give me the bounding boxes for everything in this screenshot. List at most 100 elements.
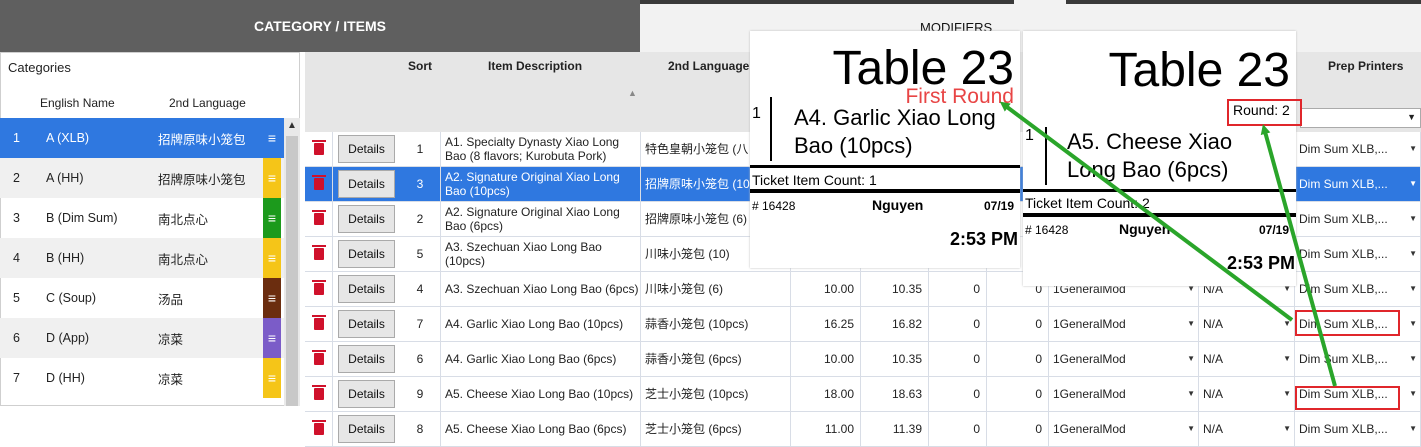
sort-cell[interactable]: 7 [400,307,441,341]
category-second-language: 凉菜 [158,332,184,347]
sort-cell[interactable]: 6 [400,342,441,376]
prep-printer-select[interactable]: Dim Sum XLB,... ▼ [1295,167,1421,201]
details-button[interactable]: Details [338,380,395,408]
tab-category-items[interactable]: CATEGORY / ITEMS [0,0,640,52]
category-menu-icon[interactable]: ≡ [263,158,281,198]
details-button[interactable]: Details [338,345,395,373]
table-row[interactable]: Details 6 A4. Garlic Xiao Long Bao (6pcs) 蒜… [305,342,1421,377]
details-button[interactable]: Details [338,135,395,163]
delete-button[interactable] [305,342,333,376]
sort-cell[interactable]: 2 [400,202,441,236]
table-row[interactable]: Details 7 A4. Garlic Xiao Long Bao (10pcs)… [305,307,1421,342]
price-with-tax-cell[interactable]: 11.39 [861,412,929,446]
category-row[interactable]: 3 B (Dim Sum) 南北点心 ≡ [0,198,284,238]
number-cell[interactable]: 0 [929,307,987,341]
second-language-cell[interactable]: 蒜香小笼包 (10pcs) [641,307,791,341]
category-row[interactable]: 5 C (Soup) 汤品 ≡ [0,278,284,318]
col-second-language[interactable]: 2nd Language [169,96,246,110]
item-description-cell[interactable]: A3. Szechuan Xiao Long Bao (10pcs) [441,237,641,271]
category-menu-icon[interactable]: ≡ [263,118,281,158]
item-description-cell[interactable]: A1. Specialty Dynasty Xiao Long Bao (8 f… [441,132,641,166]
price-with-tax-cell[interactable]: 10.35 [861,272,929,306]
category-row[interactable]: 6 D (App) 凉菜 ≡ [0,318,284,358]
second-language-cell[interactable]: 川味小笼包 (6) [641,272,791,306]
category-second-language: 南北点心 [158,252,209,267]
category-menu-icon[interactable]: ≡ [263,358,281,398]
price-cell[interactable]: 16.25 [791,307,861,341]
item-description-cell[interactable]: A4. Garlic Xiao Long Bao (6pcs) [441,342,641,376]
details-button[interactable]: Details [338,170,395,198]
item-description-cell[interactable]: A2. Signature Original Xiao Long Bao (6p… [441,202,641,236]
price-with-tax-cell[interactable]: 10.35 [861,342,929,376]
prep-printer-select[interactable]: Dim Sum XLB,... ▼ [1295,342,1421,376]
item-description-cell[interactable]: A5. Cheese Xiao Long Bao (6pcs) [441,412,641,446]
sort-cell[interactable]: 1 [400,132,441,166]
prep-printer-select[interactable]: Dim Sum XLB,... ▼ [1295,202,1421,236]
na-select[interactable]: N/A ▼ [1199,307,1295,341]
modifier-select[interactable]: 1GeneralMod ▼ [1049,342,1199,376]
category-menu-icon[interactable]: ≡ [263,318,281,358]
item-description-cell[interactable]: A3. Szechuan Xiao Long Bao (6pcs) [441,272,641,306]
scroll-thumb[interactable] [286,136,298,406]
ticket-item-line2: Bao (10pcs) [794,133,913,158]
scroll-up-icon[interactable]: ▲ [287,120,297,131]
col-second-language-items[interactable]: 2nd Language [668,59,749,73]
col-prep-printers[interactable]: Prep Printers [1328,59,1403,73]
number-cell[interactable]: 0 [987,307,1049,341]
table-row[interactable]: Details 8 A5. Cheese Xiao Long Bao (6pcs) 芝… [305,412,1421,447]
number-cell[interactable]: 0 [929,272,987,306]
prep-printer-select[interactable]: Dim Sum XLB,... ▼ [1295,412,1421,446]
second-language-cell[interactable]: 蒜香小笼包 (6pcs) [641,342,791,376]
categories-scrollbar[interactable]: ▲ [284,118,300,406]
item-description-cell[interactable]: A4. Garlic Xiao Long Bao (10pcs) [441,307,641,341]
prep-printer-select[interactable]: Dim Sum XLB,... ▼ [1295,132,1421,166]
category-menu-icon[interactable]: ≡ [263,198,281,238]
price-with-tax-cell[interactable]: 16.82 [861,307,929,341]
col-english-name[interactable]: English Name [40,96,115,110]
category-row[interactable]: 1 A (XLB) 招牌原味小笼包 ≡ [0,118,284,158]
delete-button[interactable] [305,307,333,341]
item-description-cell[interactable]: A2. Signature Original Xiao Long Bao (10… [441,167,641,201]
category-row[interactable]: 7 D (HH) 凉菜 ≡ [0,358,284,398]
col-item-description[interactable]: Item Description [488,59,582,73]
price-cell[interactable]: 11.00 [791,412,861,446]
ticket-item-line1: A4. Garlic Xiao Long [794,105,996,130]
number-cell[interactable]: 0 [987,412,1049,446]
details-button[interactable]: Details [338,310,395,338]
modifier-select[interactable]: 1GeneralMod ▼ [1049,307,1199,341]
col-sort[interactable]: Sort [408,59,432,73]
prep-printer-select[interactable]: Dim Sum XLB,... ▼ [1295,272,1421,306]
sort-cell[interactable]: 8 [400,412,441,446]
details-button[interactable]: Details [338,415,395,443]
category-row[interactable]: 4 B (HH) 南北点心 ≡ [0,238,284,278]
table-row[interactable]: Details 9 A5. Cheese Xiao Long Bao (10pcs)… [305,377,1421,412]
modifier-select[interactable]: 1GeneralMod ▼ [1049,412,1199,446]
category-menu-icon[interactable]: ≡ [263,278,281,318]
category-menu-icon[interactable]: ≡ [263,238,281,278]
delete-button[interactable] [305,132,333,166]
details-button[interactable]: Details [338,240,395,268]
second-language-cell[interactable]: 芝士小笼包 (6pcs) [641,412,791,446]
details-button[interactable]: Details [338,275,395,303]
na-select[interactable]: N/A ▼ [1199,342,1295,376]
na-select[interactable]: N/A ▼ [1199,412,1295,446]
chevron-down-icon: ▼ [1409,389,1417,398]
category-row-number: 4 [13,251,20,265]
number-cell[interactable]: 0 [987,342,1049,376]
price-cell[interactable]: 10.00 [791,272,861,306]
number-cell[interactable]: 0 [929,342,987,376]
delete-button[interactable] [305,167,333,201]
delete-button[interactable] [305,412,333,446]
delete-button[interactable] [305,202,333,236]
prep-printers-filter[interactable]: ▼ [1300,108,1421,128]
sort-cell[interactable]: 3 [400,167,441,201]
details-button[interactable]: Details [338,205,395,233]
delete-button[interactable] [305,237,333,271]
category-row[interactable]: 2 A (HH) 招牌原味小笼包 ≡ [0,158,284,198]
prep-printer-select[interactable]: Dim Sum XLB,... ▼ [1295,237,1421,271]
delete-button[interactable] [305,272,333,306]
number-cell[interactable]: 0 [929,412,987,446]
price-cell[interactable]: 10.00 [791,342,861,376]
sort-cell[interactable]: 5 [400,237,441,271]
sort-cell[interactable]: 4 [400,272,441,306]
